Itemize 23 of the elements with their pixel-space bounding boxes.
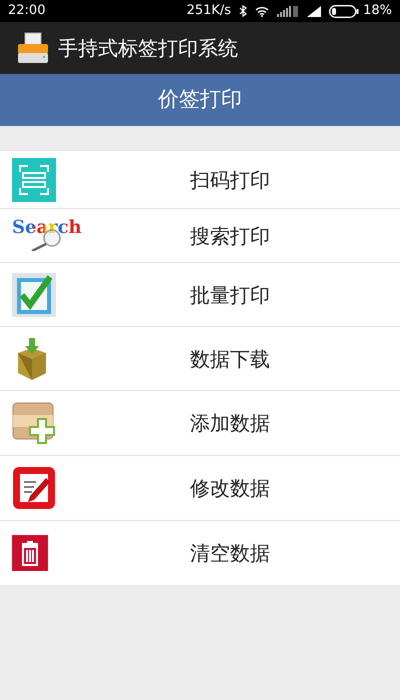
menu-label: 添加数据 bbox=[190, 410, 270, 437]
scan-icon bbox=[12, 158, 56, 202]
menu-label: 数据下载 bbox=[190, 346, 270, 372]
printer-icon bbox=[16, 31, 50, 65]
menu-label: 批量打印 bbox=[190, 282, 270, 308]
checkbox-icon bbox=[12, 272, 56, 316]
bluetooth-icon bbox=[239, 5, 248, 17]
menu-label: 清空数据 bbox=[190, 540, 270, 567]
signal-icon bbox=[307, 6, 322, 16]
menu-label: 搜索打印 bbox=[190, 222, 270, 250]
battery-icon bbox=[329, 4, 360, 18]
trash-icon bbox=[12, 535, 48, 571]
signal-icon bbox=[277, 6, 300, 16]
page-title: 价签打印 bbox=[158, 86, 242, 114]
edit-icon bbox=[12, 466, 56, 510]
status-time: 22:00 bbox=[8, 2, 46, 20]
add-icon bbox=[12, 401, 58, 445]
battery-percent: 18% bbox=[363, 2, 392, 20]
app-title: 手持式标签打印系统 bbox=[58, 35, 238, 62]
menu-label: 扫码打印 bbox=[190, 166, 270, 194]
menu-label: 修改数据 bbox=[190, 475, 270, 502]
network-speed: 251K/s bbox=[186, 2, 232, 20]
wifi-icon bbox=[255, 6, 270, 16]
